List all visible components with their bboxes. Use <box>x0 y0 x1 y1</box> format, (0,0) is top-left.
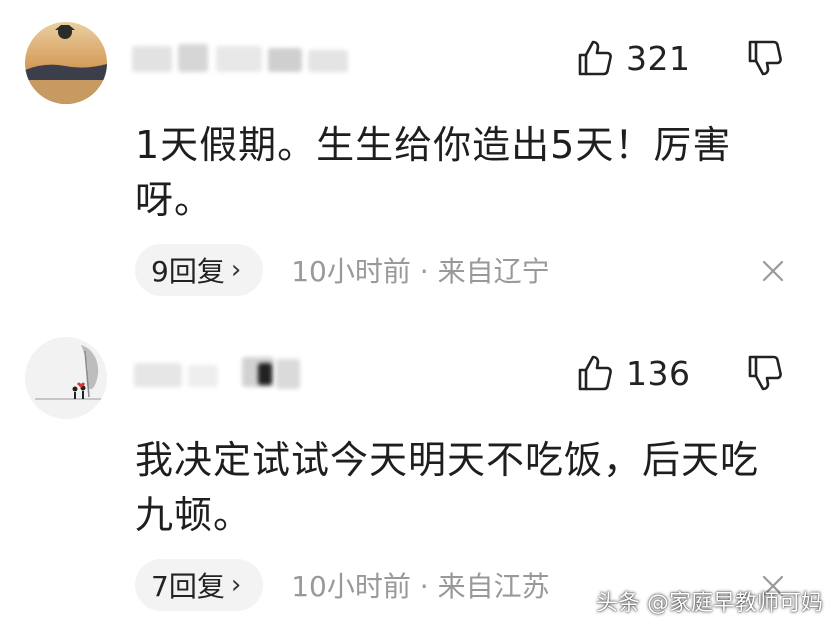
like-button[interactable]: 321 <box>574 38 691 78</box>
chevron-right-icon: › <box>230 255 242 285</box>
comment-text: 1天假期。生生给你造出5天！厉害呀。 <box>135 123 732 222</box>
thumbs-down-icon <box>748 355 782 391</box>
reply-count-button[interactable]: 7回复 › <box>135 559 264 611</box>
thumbs-up-icon <box>578 355 612 391</box>
comment-text: 我决定试试今天明天不吃饭，后天吃九顿。 <box>135 438 760 537</box>
dislike-button[interactable] <box>744 353 784 393</box>
comment-item: 136 我决定试试今天明天不吃饭，后天吃九顿。 7回复 › 10小时前 · 来自… <box>0 315 835 631</box>
username-blurred[interactable] <box>130 38 360 78</box>
username-blurred[interactable] <box>130 353 360 393</box>
chevron-right-icon: › <box>230 570 242 600</box>
like-count: 321 <box>626 38 691 78</box>
comment-meta: 10小时前 · 来自辽宁 <box>291 255 550 288</box>
like-count: 136 <box>626 353 691 393</box>
watermark: 头条 @家庭早教师可妈 <box>596 591 823 616</box>
comment-item: 321 1天假期。生生给你造出5天！厉害呀。 9回复 › 10小时前 · 来自辽… <box>0 0 835 315</box>
close-button[interactable] <box>760 258 786 284</box>
avatar[interactable] <box>25 22 107 104</box>
reply-count: 9回复 <box>151 255 225 288</box>
dislike-button[interactable] <box>744 38 784 78</box>
comment-meta: 10小时前 · 来自江苏 <box>291 570 550 603</box>
reply-count: 7回复 <box>151 570 225 603</box>
avatar[interactable] <box>25 337 107 419</box>
close-icon <box>762 260 784 282</box>
thumbs-up-icon <box>578 40 612 76</box>
like-button[interactable]: 136 <box>574 353 691 393</box>
reply-count-button[interactable]: 9回复 › <box>135 244 264 296</box>
thumbs-down-icon <box>748 40 782 76</box>
